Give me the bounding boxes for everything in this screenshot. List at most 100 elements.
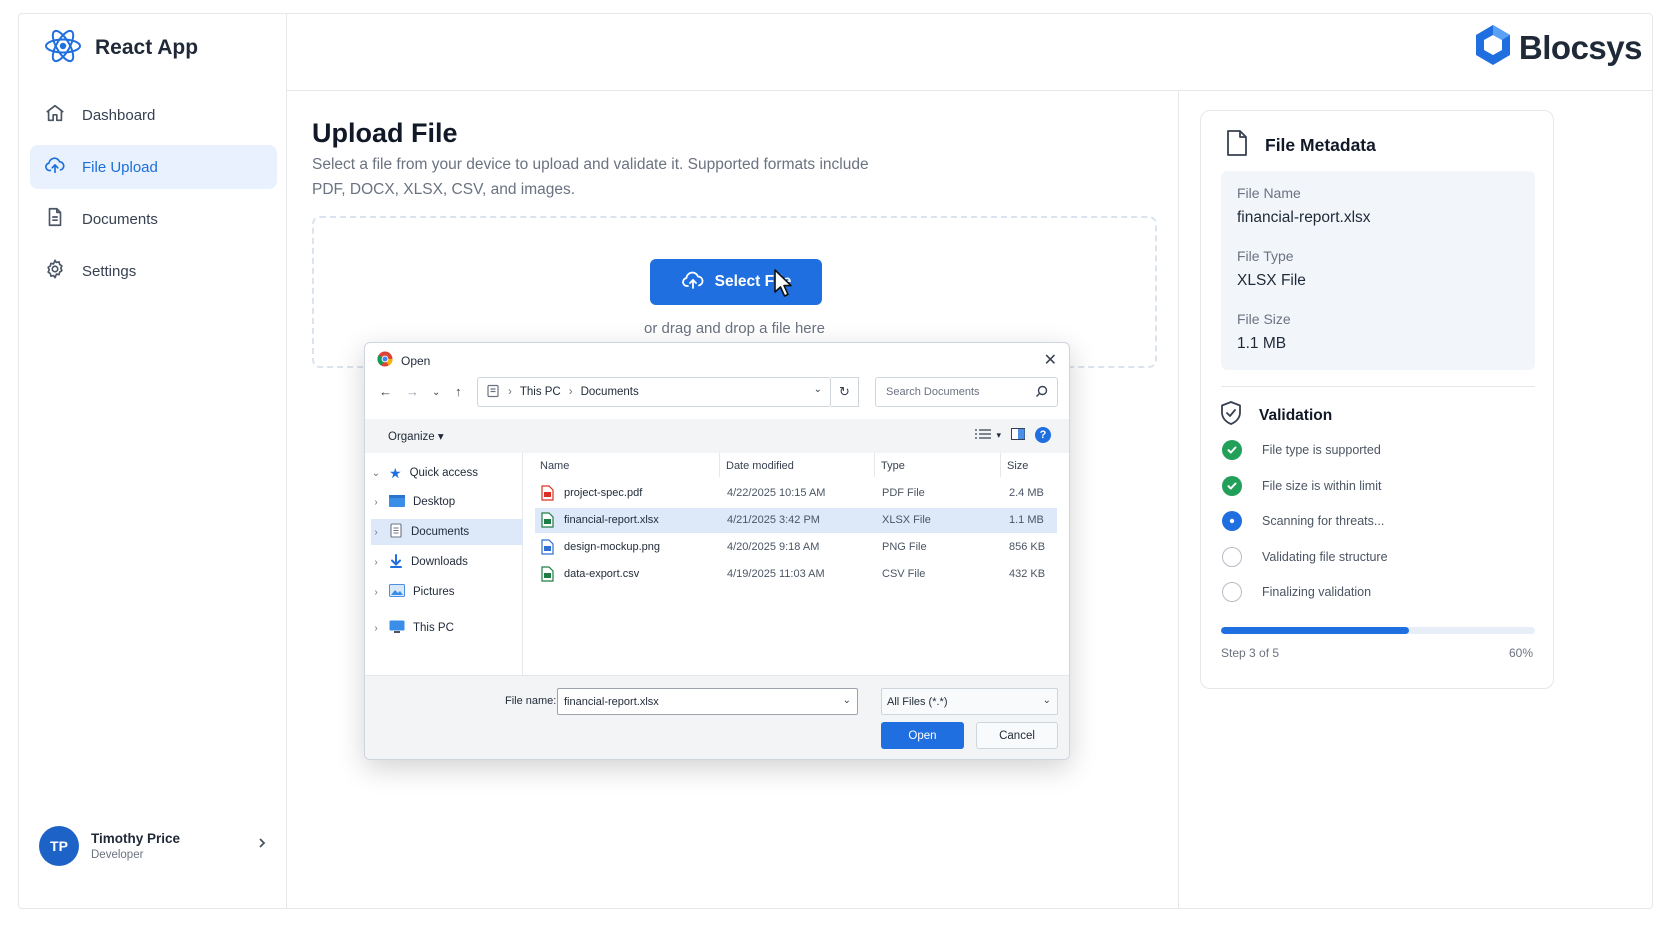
file-size: 856 KB <box>1009 541 1046 553</box>
column-header-type[interactable]: Type <box>881 460 905 472</box>
documents-folder-icon <box>389 523 403 541</box>
dialog-titlebar: Open <box>377 351 430 370</box>
tree-item-quick-access[interactable]: ⌄ ★ Quick access <box>371 460 523 486</box>
file-list: Name Date modified Type Size project-spe… <box>523 453 1069 675</box>
file-name: project-spec.pdf <box>564 487 643 499</box>
metadata-title: File Metadata <box>1265 135 1376 155</box>
breadcrumb-documents[interactable]: Documents <box>581 386 639 398</box>
table-row[interactable]: financial-report.xlsx 4/21/2025 3:42 PM … <box>535 508 1057 533</box>
spinner-icon <box>1222 511 1242 531</box>
user-name: Timothy Price <box>91 831 181 846</box>
validation-step-label: File size is within limit <box>1262 479 1382 493</box>
page-description: Select a file from your device to upload… <box>312 156 869 198</box>
tree-item-downloads[interactable]: › Downloads <box>371 549 523 575</box>
excel-file-icon <box>541 512 554 531</box>
app-brand[interactable]: React App <box>43 28 198 68</box>
search-input[interactable]: Search Documents <box>875 377 1058 407</box>
list-view-icon[interactable] <box>974 428 992 443</box>
empty-circle-icon <box>1222 582 1242 602</box>
validation-step: File size is within limit <box>1222 475 1381 497</box>
file-type: PDF File <box>882 487 925 499</box>
sidebar-item-documents[interactable]: Documents <box>30 197 277 241</box>
preview-pane-icon[interactable] <box>1011 427 1025 443</box>
metadata-header: File Metadata <box>1225 129 1376 162</box>
cloud-upload-icon <box>681 269 705 296</box>
refresh-icon[interactable]: ↻ <box>831 377 859 407</box>
react-logo-icon <box>43 26 83 71</box>
chevron-right-icon[interactable] <box>255 836 269 855</box>
tree-item-documents[interactable]: › Documents <box>371 519 523 545</box>
organize-menu[interactable]: Organize ▾ <box>388 429 444 443</box>
tree-item-pictures[interactable]: › Pictures <box>371 579 523 605</box>
home-icon <box>44 102 66 128</box>
file-size: 1.1 MB <box>1009 514 1044 526</box>
empty-circle-icon <box>1222 547 1242 567</box>
tree-item-label: Quick access <box>409 467 478 479</box>
tree-item-this-pc[interactable]: › This PC <box>371 615 523 641</box>
table-row[interactable]: data-export.csv 4/19/2025 11:03 AM CSV F… <box>535 562 1057 587</box>
chevron-right-icon: › <box>374 526 378 538</box>
chrome-icon <box>377 351 393 370</box>
view-dropdown-icon[interactable]: ▾ <box>996 430 1001 441</box>
validation-step-label: Scanning for threats... <box>1262 514 1385 528</box>
file-date: 4/21/2025 3:42 PM <box>727 514 820 526</box>
tree-item-desktop[interactable]: › Desktop <box>371 489 523 515</box>
sidebar-item-dashboard[interactable]: Dashboard <box>30 93 277 137</box>
tree-item-label: Desktop <box>413 496 456 508</box>
column-divider <box>874 453 875 477</box>
navigation-tree: ⌄ ★ Quick access › Desktop › Documents ›… <box>365 453 523 675</box>
sidebar-nav: Dashboard File Upload Documents Settings <box>30 93 277 301</box>
tree-item-label: Downloads <box>411 556 468 568</box>
progress-bar <box>1221 627 1535 634</box>
help-icon[interactable]: ? <box>1035 427 1051 443</box>
dialog-title: Open <box>401 353 431 368</box>
close-icon[interactable]: ✕ <box>1044 350 1057 370</box>
progress-percent: 60% <box>1508 646 1533 660</box>
chevron-right-icon: › <box>374 622 378 634</box>
file-name: financial-report.xlsx <box>564 514 659 526</box>
metadata-box: File Name financial-report.xlsx File Typ… <box>1221 171 1535 370</box>
file-type: XLSX File <box>882 514 931 526</box>
chevron-right-icon: › <box>508 386 512 398</box>
file-name-input[interactable]: financial-report.xlsx ⌄ <box>557 688 858 715</box>
column-header-size[interactable]: Size <box>1007 460 1028 472</box>
file-name: design-mockup.png <box>564 541 661 553</box>
cancel-button[interactable]: Cancel <box>976 722 1058 749</box>
view-controls: ▾ ? <box>974 427 1051 443</box>
chevron-down-icon[interactable]: ⌄ <box>843 695 851 706</box>
table-row[interactable]: design-mockup.png 4/20/2025 9:18 AM PNG … <box>535 535 1057 560</box>
mouse-cursor-icon <box>773 268 795 303</box>
validation-step: Finalizing validation <box>1222 581 1371 603</box>
select-file-button[interactable]: Select File <box>650 259 822 305</box>
user-profile[interactable]: TP Timothy Price Developer <box>39 822 269 870</box>
divider <box>1221 386 1535 387</box>
column-header-date[interactable]: Date modified <box>726 460 794 472</box>
back-arrow-icon[interactable]: ← <box>379 384 392 399</box>
column-header-name[interactable]: Name <box>540 460 569 472</box>
address-bar[interactable]: › This PC › Documents ⌄ <box>477 377 831 407</box>
file-name-label: File name: <box>505 695 557 707</box>
sidebar-item-file-upload[interactable]: File Upload <box>30 145 277 189</box>
logo-text: Blocsys <box>1518 28 1643 66</box>
tree-item-label: This PC <box>413 622 454 634</box>
gear-icon <box>44 258 66 284</box>
chevron-down-icon: ⌄ <box>371 467 381 479</box>
sidebar-item-settings[interactable]: Settings <box>30 249 277 293</box>
tree-item-label: Documents <box>411 526 470 538</box>
chevron-right-icon: › <box>374 586 378 598</box>
recent-dropdown-icon[interactable]: ⌄ <box>432 387 440 398</box>
file-type-select[interactable]: All Files (*.*) ⌄ <box>881 688 1058 715</box>
breadcrumb-this-pc[interactable]: This PC <box>520 386 561 398</box>
dialog-footer: File name: financial-report.xlsx ⌄ All F… <box>365 675 1069 759</box>
up-arrow-icon[interactable]: ↑ <box>455 384 462 399</box>
open-button[interactable]: Open <box>881 722 964 749</box>
chevron-down-icon[interactable]: ⌄ <box>814 384 822 395</box>
file-date: 4/22/2025 10:15 AM <box>727 487 826 499</box>
file-date: 4/20/2025 9:18 AM <box>727 541 820 553</box>
forward-arrow-icon[interactable]: → <box>406 384 419 399</box>
pictures-icon <box>389 584 405 600</box>
check-circle-icon <box>1222 476 1242 496</box>
table-row[interactable]: project-spec.pdf 4/22/2025 10:15 AM PDF … <box>535 481 1057 506</box>
validation-step-label: Finalizing validation <box>1262 585 1372 599</box>
file-size-label: File Size <box>1237 311 1291 327</box>
